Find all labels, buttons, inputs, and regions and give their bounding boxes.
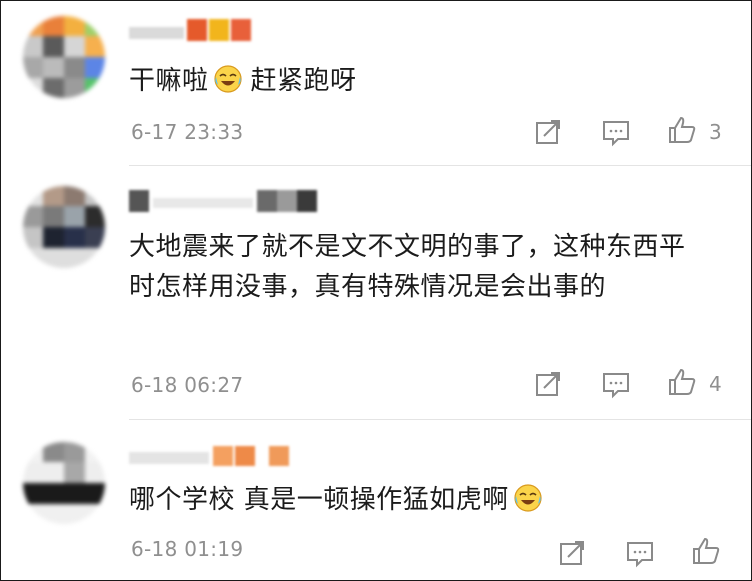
comment-text: 哪个学校 真是一顿操作猛如虎啊 <box>129 480 709 520</box>
username-redacted[interactable] <box>129 188 319 212</box>
username-redacted[interactable] <box>129 444 299 468</box>
avatar[interactable] <box>23 186 105 268</box>
username-redacted[interactable] <box>129 19 259 43</box>
comment-item: 干嘛啦 赶紧跑呀 6-17 23:33 3 <box>1 1 751 166</box>
thumbs-up-icon[interactable] <box>667 115 697 145</box>
comment-timestamp: 6-17 23:33 <box>131 120 244 144</box>
laugh-cry-emoji <box>514 484 542 512</box>
laugh-cry-emoji <box>213 65 242 93</box>
comment-list: 干嘛啦 赶紧跑呀 6-17 23:33 3 大地震来了就不是文不文明的事了，这种… <box>0 0 752 581</box>
avatar[interactable] <box>23 442 105 524</box>
thumbs-up-icon[interactable] <box>691 536 721 566</box>
comment-icon[interactable] <box>601 117 631 147</box>
like-count: 3 <box>709 120 722 144</box>
avatar[interactable] <box>23 16 105 98</box>
comment-icon[interactable] <box>625 538 655 568</box>
repost-icon[interactable] <box>533 117 563 147</box>
repost-icon[interactable] <box>533 369 563 399</box>
comment-text: 大地震来了就不是文不文明的事了，这种东西平时怎样用没事，真有特殊情况是会出事的 <box>129 232 686 302</box>
comment-item: 哪个学校 真是一顿操作猛如虎啊 6-18 01:19 <box>1 420 751 580</box>
comment-timestamp: 6-18 06:27 <box>131 373 244 397</box>
comment-icon[interactable] <box>601 369 631 399</box>
comment-text: 干嘛啦 赶紧跑呀 <box>129 65 357 96</box>
like-count: 4 <box>709 372 722 396</box>
comment-item: 大地震来了就不是文不文明的事了，这种东西平时怎样用没事，真有特殊情况是会出事的 … <box>1 166 751 420</box>
repost-icon[interactable] <box>557 538 587 568</box>
comment-timestamp: 6-18 01:19 <box>131 537 244 561</box>
thumbs-up-icon[interactable] <box>667 367 697 397</box>
